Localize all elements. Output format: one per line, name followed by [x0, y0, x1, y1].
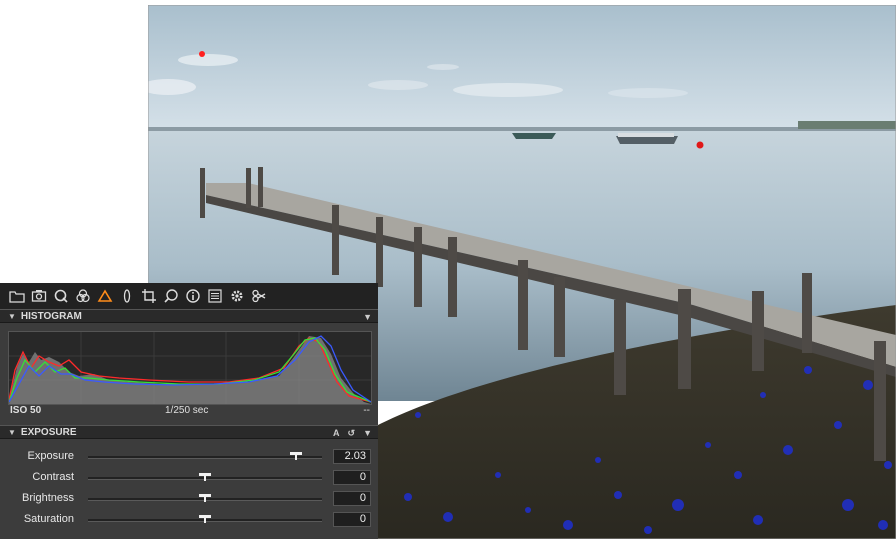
chevron-down-icon[interactable]: ▼ — [363, 428, 372, 438]
slider-thumb[interactable] — [290, 452, 303, 460]
collapse-triangle-icon[interactable]: ▼ — [8, 428, 16, 437]
histogram-graph — [8, 331, 372, 405]
search-q-icon[interactable] — [50, 285, 72, 307]
exposure-header[interactable]: ▼ EXPOSURE A ↺ ▼ — [0, 425, 378, 439]
shutter-value: 1/250 sec — [165, 405, 209, 416]
exposure-row: Exposure 2.03 — [0, 446, 378, 467]
contrast-row: Contrast 0 — [0, 467, 378, 488]
histogram-info: ISO 50 1/250 sec -- — [10, 404, 370, 418]
folder-icon[interactable] — [6, 285, 28, 307]
iso-value: ISO 50 — [10, 405, 42, 416]
chevron-down-icon[interactable]: ▼ — [363, 312, 372, 322]
saturation-value[interactable]: 0 — [333, 512, 371, 527]
histogram-title: HISTOGRAM — [20, 310, 82, 322]
aperture-value: -- — [363, 405, 370, 416]
color-icon[interactable] — [72, 285, 94, 307]
auto-button[interactable]: A — [333, 428, 340, 438]
lens-icon[interactable] — [116, 285, 138, 307]
collapse-triangle-icon[interactable]: ▼ — [8, 312, 16, 321]
tool-tabs — [0, 283, 378, 309]
contrast-slider[interactable] — [88, 473, 322, 481]
slider-thumb[interactable] — [199, 494, 211, 502]
brightness-row: Brightness 0 — [0, 488, 378, 509]
contrast-label: Contrast — [32, 471, 74, 483]
exposure-slider[interactable] — [88, 452, 322, 460]
brightness-slider[interactable] — [88, 494, 322, 502]
list-icon[interactable] — [204, 285, 226, 307]
saturation-slider[interactable] — [88, 515, 322, 523]
histogram-curves — [8, 332, 372, 404]
saturation-row: Saturation 0 — [0, 509, 378, 530]
slider-thumb[interactable] — [199, 515, 211, 523]
info-icon[interactable] — [182, 285, 204, 307]
camera-icon[interactable] — [28, 285, 50, 307]
contrast-value[interactable]: 0 — [333, 470, 371, 485]
brightness-value[interactable]: 0 — [333, 491, 371, 506]
histogram-header[interactable]: ▼ HISTOGRAM ▼ — [0, 309, 378, 323]
exposure-title: EXPOSURE — [20, 426, 77, 438]
saturation-label: Saturation — [23, 513, 74, 525]
exposure-icon[interactable] — [94, 285, 116, 307]
loupe-icon[interactable] — [160, 285, 182, 307]
brightness-label: Brightness — [22, 492, 74, 504]
slider-thumb[interactable] — [199, 473, 211, 481]
scissors-icon[interactable] — [248, 285, 270, 307]
crop-icon[interactable] — [138, 285, 160, 307]
reset-icon[interactable]: ↺ — [348, 428, 356, 439]
exposure-label: Exposure — [27, 450, 74, 462]
tool-panel: ▼ HISTOGRAM ▼ ISO 50 1/250 sec -- ▼ EXPO… — [0, 283, 378, 539]
gear-icon[interactable] — [226, 285, 248, 307]
exposure-value[interactable]: 2.03 — [333, 449, 371, 464]
